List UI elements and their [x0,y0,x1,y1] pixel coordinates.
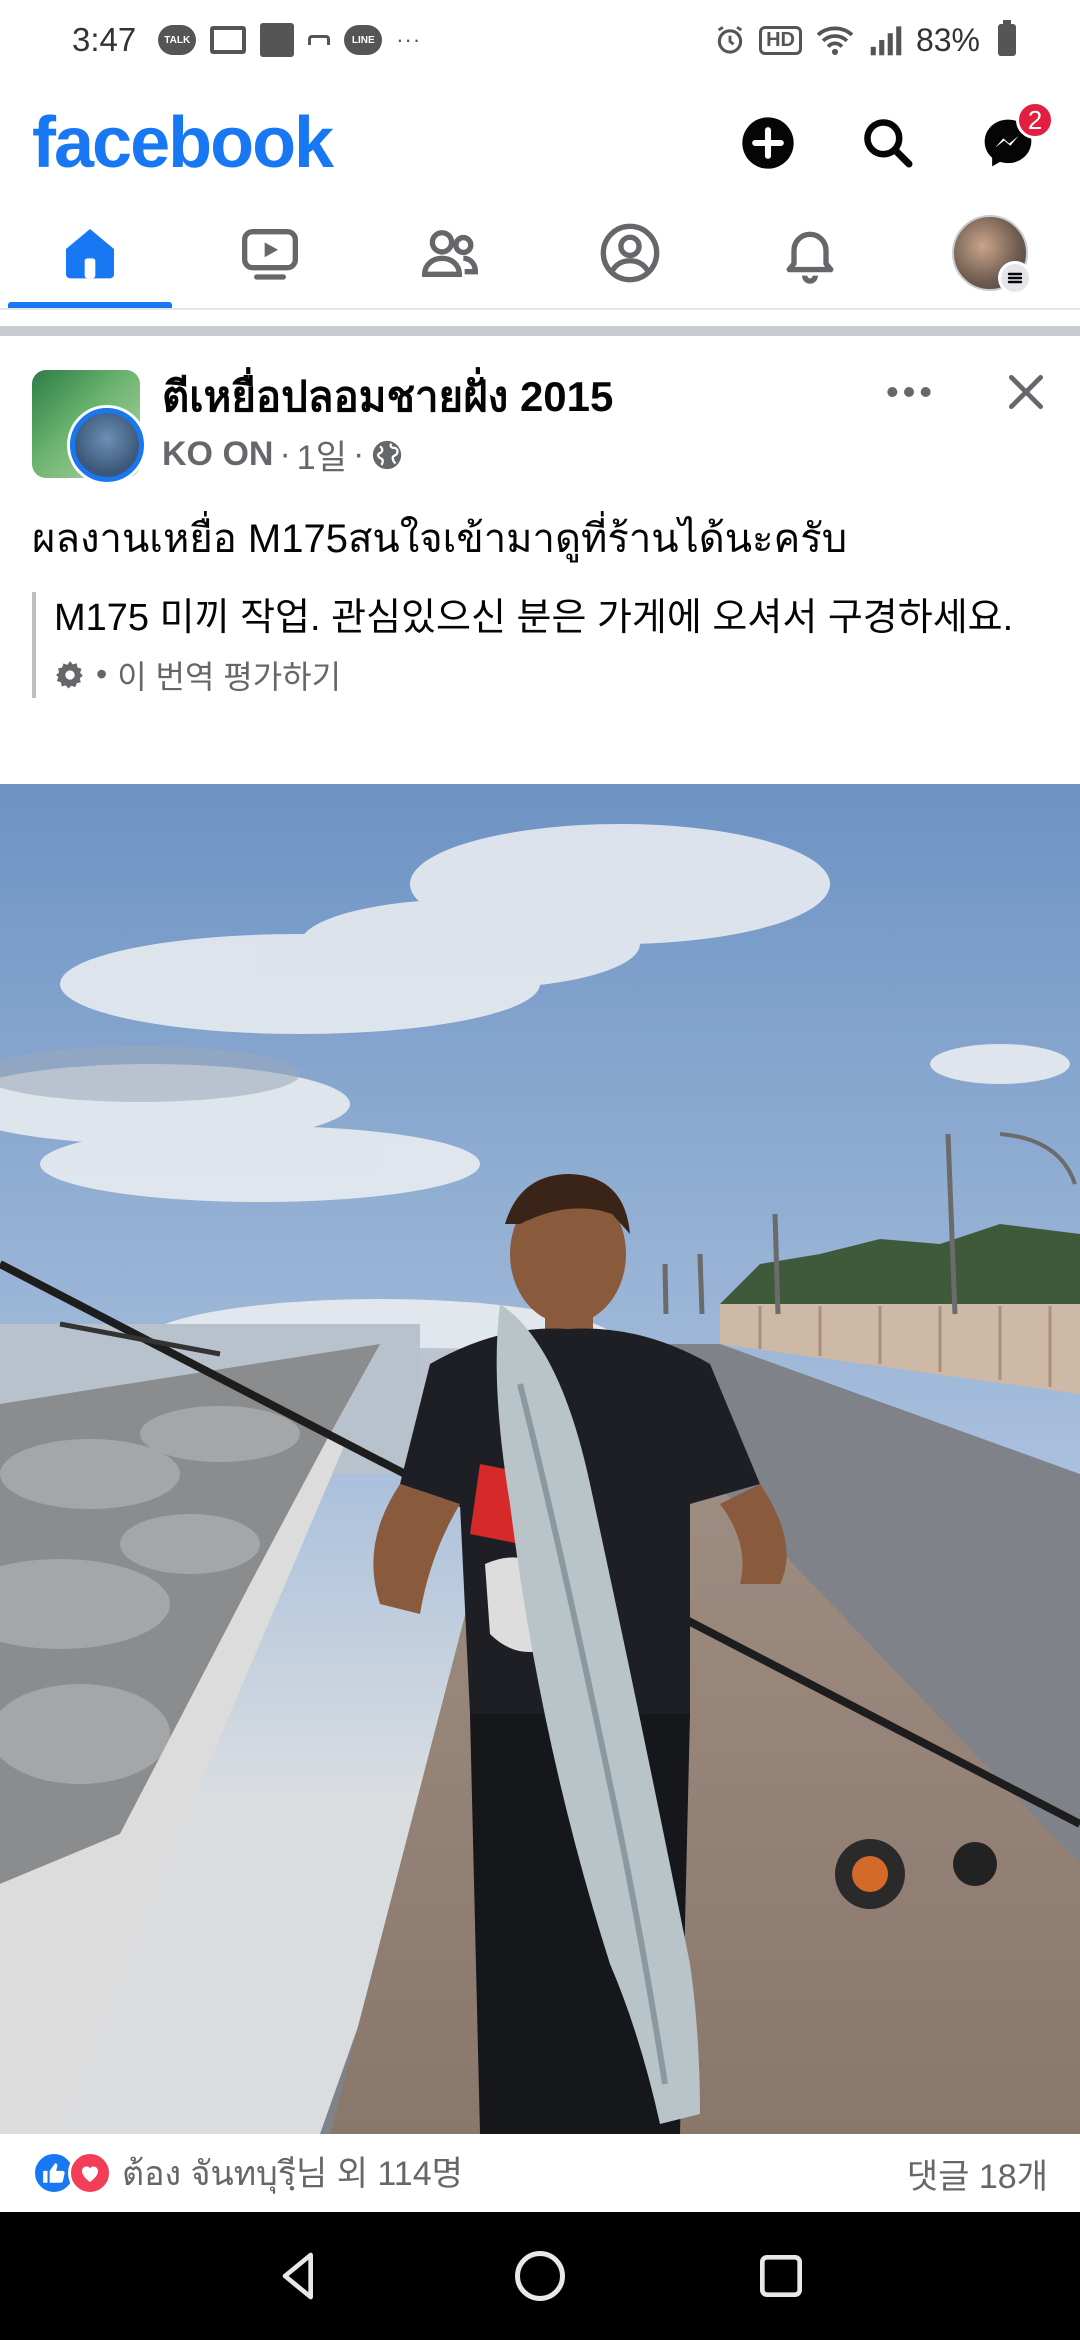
messenger-button[interactable]: 2 [978,101,1054,173]
plus-circle-icon [742,117,794,169]
status-time: 3:47 [72,21,137,58]
more-options-icon[interactable] [884,382,934,402]
back-icon[interactable] [271,2248,327,2304]
post-text: ผลงานเหยื่อ M175สนใจเข้ามาดูที่ร้านได้นะ… [32,517,848,561]
nav-tabs [0,198,1080,310]
profile-icon [600,223,660,283]
tab-notifications[interactable] [720,198,900,308]
feed-divider [0,326,1080,336]
recents-icon[interactable] [753,2248,809,2304]
create-button[interactable] [738,113,798,173]
tab-menu[interactable] [900,198,1080,308]
line-icon: LINE [344,25,383,55]
tab-profile[interactable] [540,198,720,308]
tab-home[interactable] [0,198,180,308]
love-icon [68,2151,112,2195]
alarm-icon [717,26,743,54]
author-name[interactable]: KO ON [162,435,273,474]
group-avatar[interactable] [32,370,144,482]
meta-separator: · [279,435,291,474]
video-icon [242,229,298,280]
author-avatar[interactable] [70,408,144,482]
avatar [952,215,1032,295]
battery-icon [998,20,1016,56]
signal-icon [870,26,902,56]
home-icon [66,229,114,279]
reaction-summary[interactable]: ต้อง จันทบุรีฺ님 외 114명 [122,2146,463,2200]
post-photo[interactable] [0,784,1080,2134]
menu-icon [998,261,1032,295]
app-header: facebook 2 [0,88,1080,198]
gmail-icon [210,26,247,54]
comments-count[interactable]: 댓글 18개 [907,2149,1048,2198]
home-circle-icon[interactable] [510,2246,570,2306]
battery-percent: 83% [915,21,980,58]
translation-block: M175 미끼 작업. 관심있으신 분은 가게에 오셔서 구경하세요. • 이 … [32,592,1032,698]
search-button[interactable] [858,113,918,173]
hd-icon: HD [759,25,802,55]
bar-icon [308,35,331,45]
friends-icon [421,230,479,277]
close-icon[interactable] [1004,370,1048,414]
tab-friends[interactable] [360,198,540,308]
globe-icon [373,440,402,470]
app-icon [260,23,295,57]
status-overflow: ··· [396,27,422,52]
bell-icon [786,231,834,284]
reaction-icons[interactable] [32,2151,112,2195]
gear-icon[interactable] [54,659,86,691]
wifi-icon [816,26,854,55]
messenger-badge: 2 [1016,101,1054,139]
search-icon [864,119,913,168]
translated-text: M175 미끼 작업. 관심있으신 분은 가게에 오셔서 구경하세요. [54,597,1014,639]
tab-watch[interactable] [180,198,360,308]
status-bar: 3:47 TALK LINE ··· HD 83% [0,0,1080,80]
rate-translation-link[interactable]: 이 번역 평가하기 [117,652,341,698]
talk-icon: TALK [158,25,197,55]
reactions-bar: ต้อง จันทบุรีฺ님 외 114명 댓글 18개 [0,2134,1080,2212]
post-time[interactable]: 1일 [297,430,347,479]
post-header: ตีเหยื่อปลอมชายฝั่ง 2015 KO ON · 1일 · [32,370,1048,490]
group-name[interactable]: ตีเหยื่อปลอมชายฝั่ง 2015 [162,372,613,422]
rate-dot: • [96,656,108,693]
facebook-logo[interactable]: facebook [32,102,334,184]
meta-separator-2: · [352,435,365,474]
system-nav-bar [0,2212,1080,2340]
